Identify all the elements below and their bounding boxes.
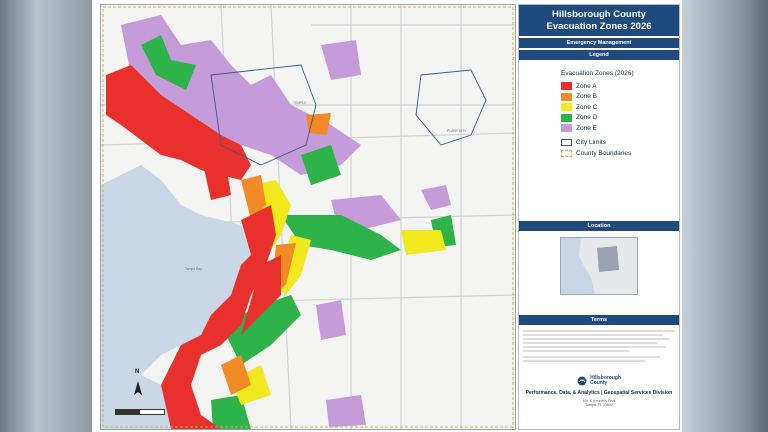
info-panel: Hillsborough County Evacuation Zones 202… — [518, 4, 680, 430]
legend-header: Legend — [519, 50, 679, 60]
label-temple: TEMPLE — [293, 101, 307, 105]
zone-b-label: Zone B — [576, 93, 597, 101]
terms-header: Terms — [519, 314, 679, 325]
title-line1: Hillsborough County — [552, 9, 646, 20]
county-logo-icon — [577, 376, 587, 386]
zone-e-swatch — [561, 124, 572, 133]
inset-map-canvas — [561, 237, 637, 294]
scale-bar — [115, 409, 165, 415]
legend-title: Evacuation Zones (2026) — [561, 70, 634, 77]
county-boundaries-label: County Boundaries — [576, 149, 632, 157]
location-header: Location — [519, 220, 679, 231]
zone-d-swatch — [561, 113, 572, 122]
zone-d-label: Zone D — [576, 114, 598, 122]
department-bar: Emergency Management — [519, 38, 679, 48]
evacuation-map[interactable]: TEMPLE Tampa Bay PLANT CITY N — [100, 4, 516, 430]
label-tampa-bay: Tampa Bay — [185, 267, 202, 271]
label-plant-city: PLANT CITY — [447, 129, 467, 133]
north-label: N — [135, 369, 140, 375]
background-left — [0, 0, 92, 432]
legend-zone-d: Zone D — [561, 113, 679, 124]
terms-text-block — [519, 329, 679, 370]
legend-zone-e: Zone E — [561, 123, 679, 134]
map-sheet: TEMPLE Tampa Bay PLANT CITY N Hillsborou… — [92, 0, 682, 432]
map-canvas — [101, 5, 515, 429]
hillsborough-inset-highlight — [597, 245, 619, 272]
legend-zone-a: Zone A — [561, 81, 679, 92]
zone-a-label: Zone A — [576, 82, 597, 90]
logo-name-line2: County — [590, 380, 608, 386]
location-inset-map — [560, 236, 638, 295]
zone-c-swatch — [561, 103, 572, 112]
legend-zone-c: Zone C — [561, 102, 679, 113]
legend-zone-b: Zone B — [561, 92, 679, 103]
background-right — [682, 0, 768, 432]
legend-city-limits: City Limits — [561, 138, 679, 149]
legend-county-boundaries: County Boundaries — [561, 148, 679, 159]
zone-b-swatch — [561, 92, 572, 101]
county-boundaries-swatch — [561, 149, 572, 157]
city-limits-label: City Limits — [576, 139, 606, 147]
address: 601 E Kennedy Blvd Tampa, FL 33602 — [519, 399, 679, 408]
title-line2: Evacuation Zones 2026 — [546, 21, 652, 32]
logo-text: Hillsborough County — [590, 375, 621, 387]
map-title-box: Hillsborough County Evacuation Zones 202… — [519, 5, 679, 36]
city-limits-swatch — [561, 139, 572, 147]
address-line2: Tampa, FL 33602 — [585, 402, 613, 407]
zone-c-label: Zone C — [576, 103, 598, 111]
zone-e-label: Zone E — [576, 124, 597, 132]
north-arrow-icon — [134, 381, 142, 395]
county-logo: Hillsborough County — [519, 375, 679, 387]
zone-a-swatch — [561, 82, 572, 91]
division-name: Performance, Data, & Analytics | Geospat… — [525, 389, 673, 396]
